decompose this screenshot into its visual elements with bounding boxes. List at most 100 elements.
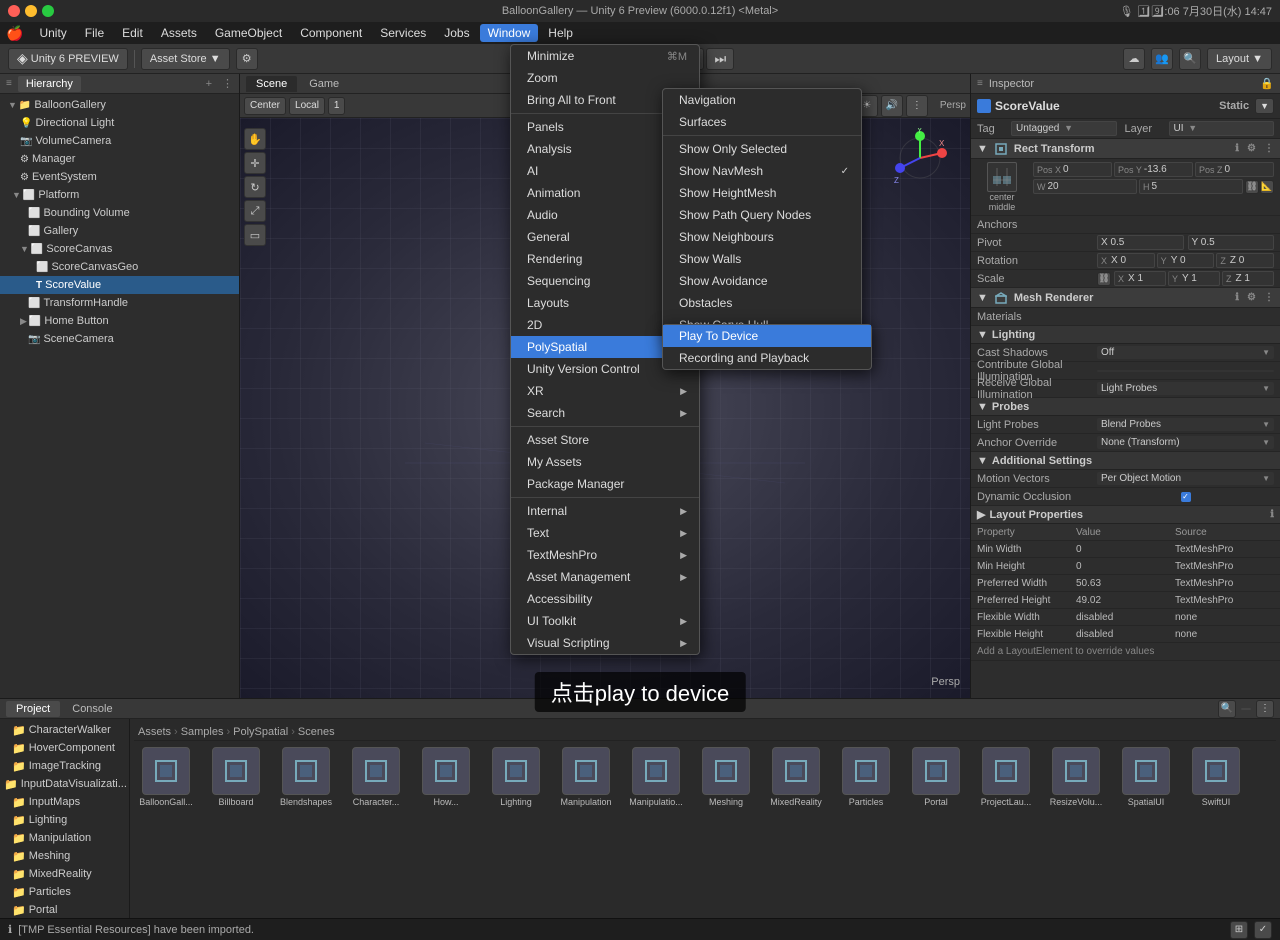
rect-tool[interactable]: ▭ — [244, 224, 266, 246]
proj-folder-imagetracking[interactable]: 📁 ImageTracking — [0, 757, 129, 775]
inspector-lock[interactable]: 🔒 — [1260, 77, 1274, 90]
motion-vectors-value[interactable]: Per Object Motion ▼ — [1097, 472, 1274, 485]
rot-z-field[interactable]: ZZ 0 — [1216, 253, 1274, 268]
console-tab[interactable]: Console — [62, 701, 122, 717]
pos-y-field[interactable]: Pos Y-13.6 — [1114, 162, 1193, 177]
breadcrumb-polyspatial[interactable]: PolySpatial — [233, 726, 288, 738]
close-button[interactable] — [8, 5, 20, 17]
panels-show-only-selected[interactable]: Show Only Selected — [663, 138, 861, 160]
light-probes-value[interactable]: Blend Probes ▼ — [1097, 418, 1274, 431]
menu-xr[interactable]: XR — [511, 380, 699, 402]
menu-minimize[interactable]: Minimize ⌘M — [511, 45, 699, 67]
panels-show-walls[interactable]: Show Walls — [663, 248, 861, 270]
hierarchy-item-score-canvas[interactable]: ▼ ⬜ ScoreCanvas — [0, 240, 239, 258]
proj-folder-input[interactable]: 📁 InputDataVisualizati... — [0, 775, 129, 793]
space-btn[interactable]: Local — [289, 97, 325, 115]
hierarchy-item-bounding-volume[interactable]: ⬜ Bounding Volume — [0, 204, 239, 222]
asset-item-blendshapes[interactable]: Blendshapes — [274, 745, 338, 810]
scale-y-field[interactable]: YY 1 — [1168, 271, 1220, 286]
menu-package-manager[interactable]: Package Manager — [511, 473, 699, 495]
menu-zoom[interactable]: Zoom — [511, 67, 699, 89]
pivot-x-field[interactable]: X 0.5 — [1097, 235, 1184, 250]
hierarchy-item-event-system[interactable]: ⚙ EventSystem — [0, 168, 239, 186]
proj-folder-inputmaps[interactable]: 📁 InputMaps — [0, 793, 129, 811]
hierarchy-item-score-canvas-geo[interactable]: ⬜ ScoreCanvasGeo — [0, 258, 239, 276]
play-to-device-item[interactable]: Play To Device — [663, 325, 871, 347]
menu-internal[interactable]: Internal — [511, 500, 699, 522]
panels-show-navmesh[interactable]: Show NavMesh ✓ — [663, 160, 861, 182]
hierarchy-item-platform[interactable]: ▼ ⬜ Platform — [0, 186, 239, 204]
rot-x-field[interactable]: XX 0 — [1097, 253, 1155, 268]
breadcrumb-assets[interactable]: Assets — [138, 726, 171, 738]
menu-search[interactable]: Search — [511, 402, 699, 424]
panels-show-neighbours[interactable]: Show Neighbours — [663, 226, 861, 248]
search-toolbar-btn[interactable]: 🔍 — [1179, 48, 1201, 70]
menu-edit[interactable]: Edit — [114, 24, 151, 42]
rect-settings-btn[interactable]: ⚙ — [1247, 143, 1256, 154]
scale-link-btn[interactable]: ⛓ — [1097, 272, 1111, 286]
status-right-btn1[interactable]: ⊞ — [1230, 921, 1248, 939]
pivot-y-field[interactable]: Y 0.5 — [1188, 235, 1275, 250]
mesh-info-btn[interactable]: ℹ — [1235, 292, 1239, 303]
asset-item-character[interactable]: Character... — [344, 745, 408, 810]
proj-folder-character-walker[interactable]: 📁 CharacterWalker — [0, 721, 129, 739]
project-tab[interactable]: Project — [6, 701, 60, 717]
hierarchy-item-manager[interactable]: ⚙ Manager — [0, 150, 239, 168]
scene-tab[interactable]: Scene — [246, 76, 297, 92]
hierarchy-item-transform-handle[interactable]: ⬜ TransformHandle — [0, 294, 239, 312]
asset-store-btn[interactable]: Asset Store ▼ — [141, 48, 230, 70]
menu-accessibility[interactable]: Accessibility — [511, 588, 699, 610]
menu-asset-store[interactable]: Asset Store — [511, 429, 699, 451]
anchor-preset[interactable]: center middle — [977, 162, 1027, 212]
traffic-lights[interactable] — [8, 5, 54, 17]
asset-item-lighting[interactable]: Lighting — [484, 745, 548, 810]
menu-window[interactable]: Window — [480, 24, 539, 42]
asset-item-projectlau[interactable]: ProjectLau... — [974, 745, 1038, 810]
proj-folder-particles[interactable]: 📁 Particles — [0, 883, 129, 901]
proj-folder-hover[interactable]: 📁 HoverComponent — [0, 739, 129, 757]
asset-item-balloon[interactable]: BalloonGall... — [134, 745, 198, 810]
proj-folder-manipulation[interactable]: 📁 Manipulation — [0, 829, 129, 847]
layout-info-btn[interactable]: ℹ — [1270, 509, 1274, 520]
proj-folder-meshing[interactable]: 📁 Meshing — [0, 847, 129, 865]
breadcrumb-scenes[interactable]: Scenes — [298, 726, 335, 738]
tag-value[interactable]: Untagged ▼ — [1011, 121, 1117, 136]
project-menu-btn[interactable]: ⋮ — [1256, 700, 1274, 718]
proj-folder-lighting[interactable]: 📁 Lighting — [0, 811, 129, 829]
panels-surfaces[interactable]: Surfaces — [663, 111, 861, 133]
static-dropdown[interactable]: ▼ — [1255, 98, 1274, 114]
menu-text[interactable]: Text — [511, 522, 699, 544]
unity-logo-btn[interactable]: ◈ Unity 6 PREVIEW — [8, 48, 128, 70]
asset-item-portal[interactable]: Portal — [904, 745, 968, 810]
asset-item-billboard[interactable]: Billboard — [204, 745, 268, 810]
receive-gi-value[interactable]: Light Probes ▼ — [1097, 382, 1274, 395]
game-tab[interactable]: Game — [299, 76, 349, 92]
menu-file[interactable]: File — [77, 24, 112, 42]
layout-btn[interactable]: Layout ▼ — [1207, 48, 1272, 70]
settings-btn[interactable]: ⚙ — [236, 48, 258, 70]
rot-y-field[interactable]: YY 0 — [1157, 253, 1215, 268]
menu-my-assets[interactable]: My Assets — [511, 451, 699, 473]
constrain-btn[interactable]: ⛓ — [1245, 180, 1259, 194]
hierarchy-menu-btn[interactable]: ⋮ — [222, 77, 233, 90]
panels-navigation[interactable]: Navigation — [663, 89, 861, 111]
menu-assets[interactable]: Assets — [153, 24, 205, 42]
menu-ui-toolkit[interactable]: UI Toolkit — [511, 610, 699, 632]
hierarchy-item-gallery[interactable]: ⬜ Gallery — [0, 222, 239, 240]
proj-folder-mixedreality[interactable]: 📁 MixedReality — [0, 865, 129, 883]
minimize-button[interactable] — [25, 5, 37, 17]
scene-audio-btn[interactable]: 🔊 — [881, 95, 903, 117]
mesh-settings-btn[interactable]: ⚙ — [1247, 292, 1256, 303]
width-field[interactable]: W20 — [1033, 179, 1137, 194]
asset-item-mixedreality[interactable]: MixedReality — [764, 745, 828, 810]
anchor-override-value[interactable]: None (Transform) ▼ — [1097, 436, 1274, 449]
proj-folder-portal[interactable]: 📁 Portal — [0, 901, 129, 918]
cloud-btn[interactable]: ☁ — [1123, 48, 1145, 70]
component-checkbox[interactable] — [977, 99, 991, 113]
hierarchy-item-score-value[interactable]: T ScoreValue — [0, 276, 239, 294]
cast-shadows-value[interactable]: Off ▼ — [1097, 346, 1274, 359]
hand-tool[interactable]: ✋ — [244, 128, 266, 150]
asset-item-manipulation[interactable]: Manipulation — [554, 745, 618, 810]
collab-btn[interactable]: 👥 — [1151, 48, 1173, 70]
pos-z-field[interactable]: Pos Z0 — [1195, 162, 1274, 177]
